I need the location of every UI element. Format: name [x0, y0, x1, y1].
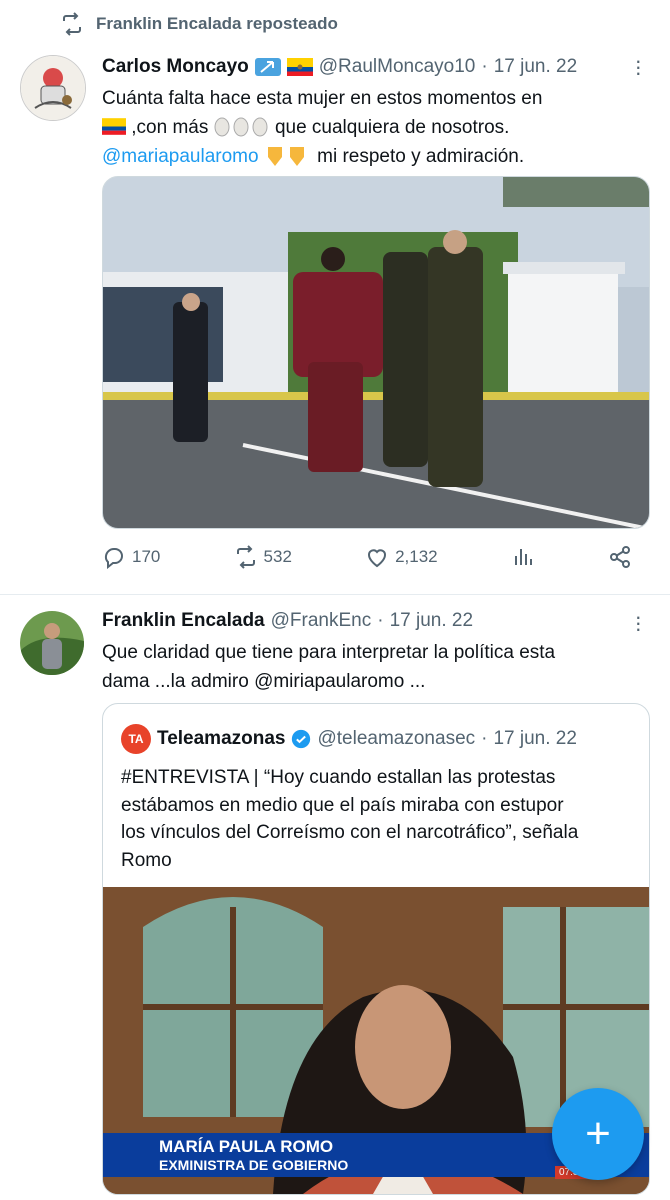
repost-banner[interactable]: Franklin Encalada reposteado: [60, 12, 338, 36]
eggs-emoji-icon: [214, 117, 268, 137]
lower-third-name: MARÍA PAULA ROMO: [159, 1137, 334, 1156]
heart-icon: [368, 549, 387, 568]
quote-author-name[interactable]: Teleamazonas: [157, 728, 285, 750]
arrow-emoji-icon: [254, 58, 281, 76]
tweet1-line1: Cuánta falta hace esta mujer en estos mo…: [102, 88, 543, 109]
compose-fab-button[interactable]: +: [552, 1088, 644, 1180]
repost-icon: [236, 545, 255, 569]
avatar-franklin[interactable]: [20, 611, 84, 675]
quote-date[interactable]: 17 jun. 22: [493, 728, 576, 750]
ecuador-flag-icon: [286, 58, 313, 76]
tweet2-header: Franklin Encalada @FrankEnc · 17 jun. 22: [102, 610, 473, 632]
ecuador-flag-icon: [102, 118, 126, 135]
pointing-down-emoji-icon: [267, 147, 304, 166]
avatar-carlos[interactable]: [20, 55, 86, 121]
tweet1-header: Carlos Moncayo @RaulMoncayo10 · 17 jun. …: [102, 56, 577, 78]
reply-icon: [104, 547, 123, 569]
separator-dot: ·: [377, 610, 384, 631]
reply-count: 170: [132, 547, 161, 566]
tweet1-line2: ,con más que cualquiera de nosotros.: [102, 113, 642, 142]
author-name[interactable]: Franklin Encalada: [102, 610, 265, 632]
separator-dot: ·: [481, 56, 488, 77]
author-handle[interactable]: @FrankEnc: [271, 610, 372, 632]
tweet-date[interactable]: 17 jun. 22: [390, 610, 473, 632]
repost-count: 532: [263, 547, 292, 566]
repost-button[interactable]: 532: [234, 545, 292, 569]
quote-line: estábamos en medio que el país miraba co…: [121, 794, 564, 816]
tweet1-actions: 170 532 2,132: [102, 545, 632, 569]
views-chart-icon: [514, 549, 532, 565]
more-options-icon[interactable]: · · ·: [635, 606, 642, 640]
tweet1-line3: @mariapaularomo mi respeto y admiración.: [102, 146, 525, 167]
quote-line: Romo: [121, 849, 172, 871]
share-button[interactable]: [608, 545, 632, 569]
author-handle[interactable]: @RaulMoncayo10: [319, 56, 476, 78]
quote-author-handle[interactable]: @teleamazonasec: [317, 728, 475, 750]
share-icon: [609, 546, 630, 568]
tweet-divider: [0, 594, 670, 595]
more-options-icon[interactable]: · · ·: [635, 50, 642, 84]
tweet1-photo[interactable]: [102, 176, 650, 529]
quote-text: #ENTREVISTA | “Hoy cuando estallan las p…: [121, 764, 631, 874]
repost-banner-text: Franklin Encalada reposteado: [96, 14, 338, 33]
reply-button[interactable]: 170: [102, 545, 160, 569]
views-button[interactable]: [511, 545, 535, 569]
quote-line: los vínculos del Correísmo con el narcot…: [121, 822, 579, 843]
quote-header: TA Teleamazonas @teleamazonasec · 17 jun…: [121, 724, 577, 754]
tweet2-line2: dama ...la admiro @miriapaularomo ...: [102, 671, 426, 692]
verified-badge-icon: [292, 729, 311, 749]
tweet-date[interactable]: 17 jun. 22: [494, 56, 577, 78]
separator-dot: ·: [481, 728, 488, 749]
tweet2-line1: Que claridad que tiene para interpretar …: [102, 642, 556, 663]
tweet1-text: Cuánta falta hace esta mujer en estos mo…: [102, 84, 642, 171]
repost-icon: [63, 12, 81, 36]
like-button[interactable]: 2,132: [365, 545, 438, 569]
like-count: 2,132: [395, 547, 438, 566]
quote-line: #ENTREVISTA | “Hoy cuando estallan las p…: [121, 767, 556, 788]
plus-icon: +: [585, 1109, 611, 1158]
author-name[interactable]: Carlos Moncayo: [102, 56, 249, 78]
teleamazonas-logo-icon[interactable]: TA: [121, 724, 151, 754]
mention-link[interactable]: @mariapaularomo: [102, 146, 259, 167]
tweet2-text: Que claridad que tiene para interpretar …: [102, 638, 642, 696]
lower-third-title: EXMINISTRA DE GOBIERNO: [159, 1157, 349, 1173]
